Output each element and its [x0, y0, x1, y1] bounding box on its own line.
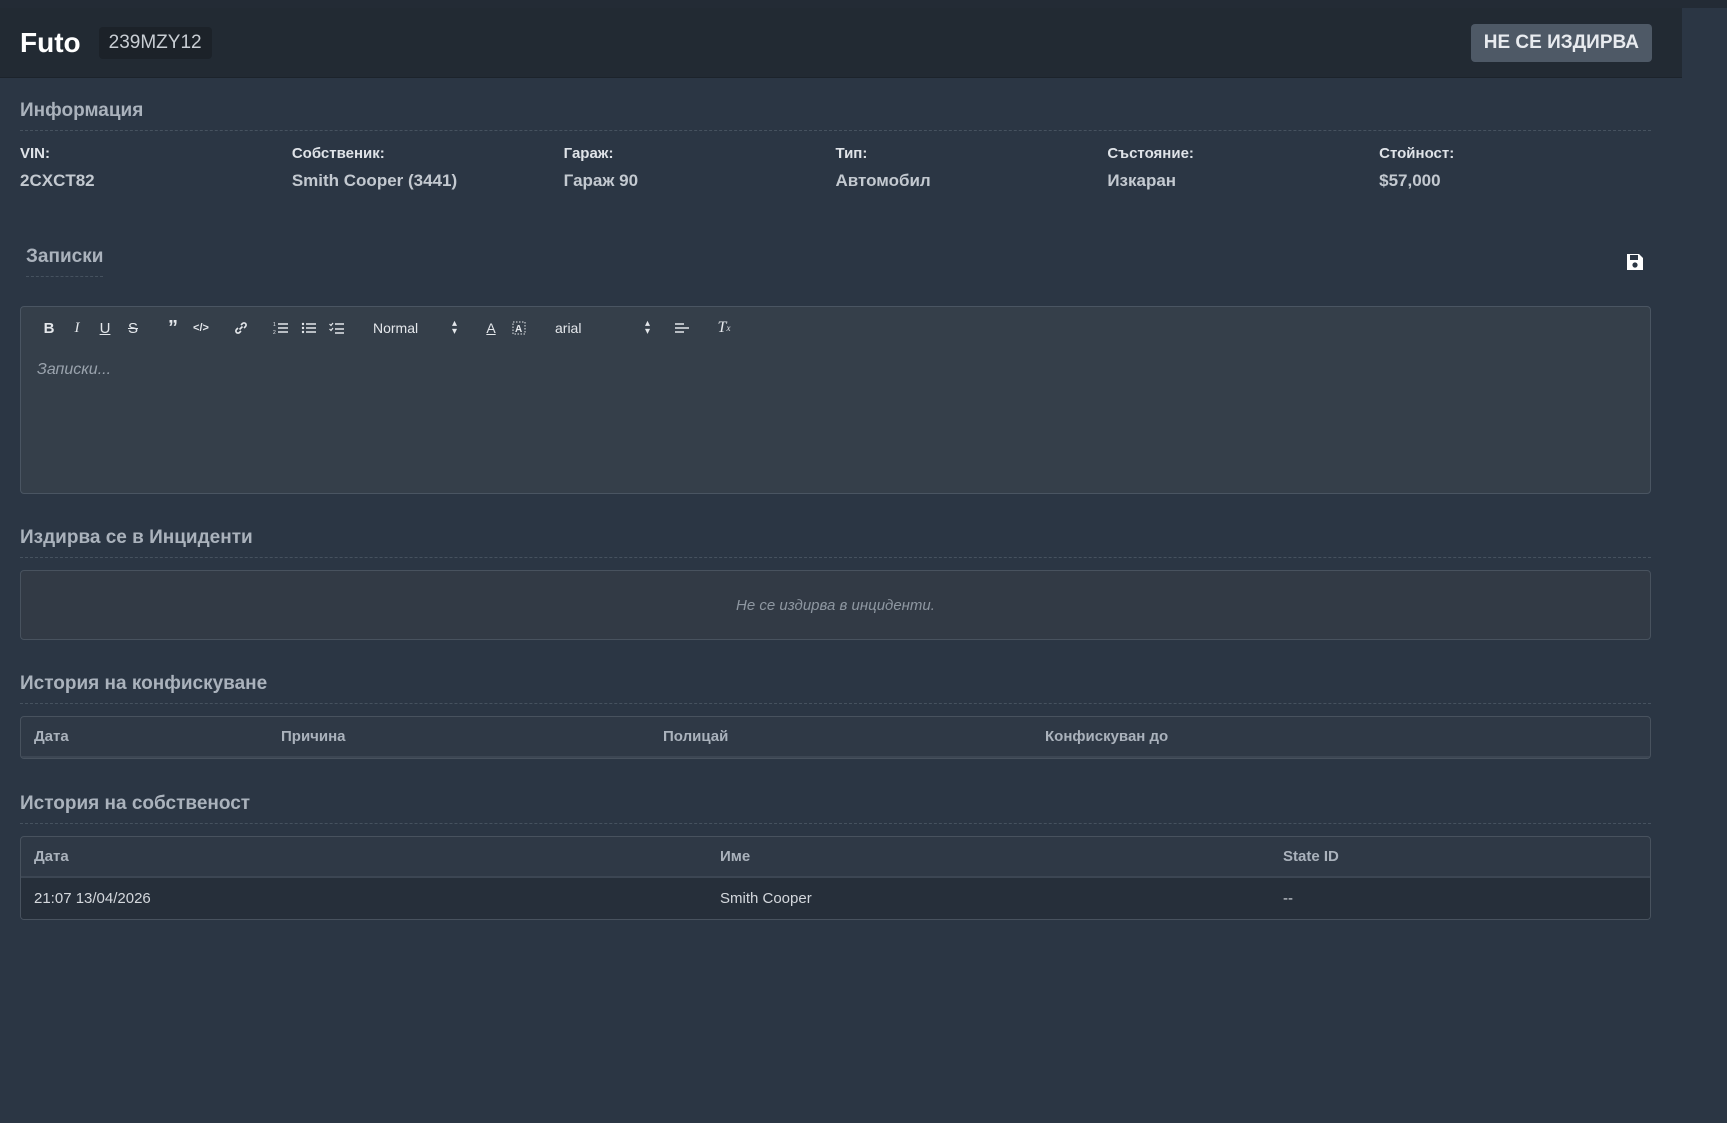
link-button[interactable]: [227, 316, 255, 340]
column-header: State ID: [1283, 848, 1339, 865]
align-left-icon: [675, 323, 689, 333]
info-label: Гараж:: [563, 145, 614, 162]
info-price: Стойност: $57,000: [1379, 145, 1651, 191]
info-value: Гараж 90: [563, 171, 639, 190]
column-header: Конфискуван до: [1045, 728, 1169, 745]
notes-placeholder: Записки...: [37, 361, 112, 378]
code-block-button[interactable]: </>: [187, 316, 215, 340]
bullet-list-icon: [301, 322, 316, 334]
info-state: Състояние: Изкаран: [1107, 145, 1379, 191]
info-section-title: Информация: [20, 100, 1651, 131]
italic-button[interactable]: I: [63, 316, 91, 340]
ordered-list-button[interactable]: 12: [267, 316, 295, 340]
info-vin: VIN: 2CXCT82: [20, 145, 292, 191]
table-cell: Smith Cooper: [720, 890, 812, 907]
table-header-row: Дата Причина Полицай Конфискуван до: [21, 717, 1650, 758]
underline-button[interactable]: U: [91, 316, 119, 340]
incidents-empty-state: Не се издирва в инциденти.: [20, 570, 1651, 640]
svg-text:1: 1: [273, 322, 276, 328]
notes-text-area[interactable]: Записки...: [21, 349, 1650, 391]
strike-button[interactable]: S: [119, 316, 147, 340]
info-garage: Гараж: Гараж 90: [564, 145, 836, 191]
ownership-section-title: История на собственост: [20, 793, 1651, 824]
info-grid: VIN: 2CXCT82 Собственик: Smith Cooper (3…: [20, 145, 1651, 191]
column-header: Дата: [34, 848, 69, 865]
table-header-row: Дата Име State ID: [21, 837, 1650, 878]
floppy-disk-icon[interactable]: [1625, 252, 1645, 272]
column-header: Дата: [34, 728, 69, 745]
top-strip: [0, 0, 1727, 8]
info-label: VIN:: [20, 145, 50, 162]
info-value: 2CXCT82: [20, 171, 95, 190]
info-label: Състояние:: [1107, 145, 1194, 162]
info-value: Smith Cooper (3441): [291, 171, 458, 190]
info-owner: Собственик: Smith Cooper (3441): [292, 145, 564, 191]
column-header: Причина: [281, 728, 346, 745]
bold-button[interactable]: B: [35, 316, 63, 340]
info-label: Собственик:: [291, 145, 385, 162]
header-select[interactable]: Normal ▴ ▾: [373, 316, 457, 340]
impound-section-title: История на конфискуване: [20, 673, 1651, 704]
header-select-value: Normal: [373, 320, 419, 336]
vehicle-model: Futo: [20, 26, 81, 58]
vehicle-header: Futo 239MZY12 НЕ СЕ ИЗДИРВА: [0, 8, 1682, 78]
incidents-section-title: Издирва се в Инциденти: [20, 527, 1651, 558]
check-list-button[interactable]: [323, 316, 351, 340]
highlight-icon: A: [512, 321, 526, 335]
font-select[interactable]: arial ▴ ▾: [555, 316, 650, 340]
column-header: Полицай: [663, 728, 729, 745]
info-label: Стойност:: [1379, 145, 1455, 162]
table-cell: 21:07 13/04/2026: [34, 890, 151, 907]
info-value: $57,000: [1379, 171, 1441, 190]
select-arrows-icon: ▴ ▾: [451, 318, 457, 337]
info-value: Автомобил: [835, 171, 931, 190]
vehicle-profile-page: Futo 239MZY12 НЕ СЕ ИЗДИРВА Информация V…: [0, 0, 1727, 1123]
svg-text:2: 2: [273, 330, 276, 335]
table-row: 21:07 13/04/2026 Smith Cooper --: [21, 878, 1650, 919]
notes-header: Записки: [20, 246, 1651, 306]
font-select-value: arial: [555, 320, 582, 336]
check-list-icon: [329, 322, 344, 334]
wanted-status-button[interactable]: НЕ СЕ ИЗДИРВА: [1470, 23, 1652, 62]
plate-badge: 239MZY12: [98, 26, 212, 59]
clear-format-button[interactable]: Tx: [710, 316, 738, 340]
table-cell: --: [1283, 890, 1293, 907]
text-color-button[interactable]: A: [477, 316, 505, 340]
notes-editor: B I U S ” </> 12 Normal ▴ ▾ A A arial ▴ …: [20, 306, 1651, 494]
content: Информация VIN: 2CXCT82 Собственик: Smit…: [20, 78, 1651, 920]
incidents-empty-text: Не се издирва в инциденти.: [736, 596, 935, 614]
info-type: Тип: Автомобил: [835, 145, 1107, 191]
impound-table: Дата Причина Полицай Конфискуван до: [20, 716, 1651, 759]
background-color-button[interactable]: A: [505, 316, 533, 340]
select-arrows-icon: ▴ ▾: [644, 318, 650, 337]
ordered-list-icon: 12: [273, 322, 288, 335]
align-button[interactable]: [668, 316, 696, 340]
column-header: Име: [720, 848, 751, 865]
ownership-table: Дата Име State ID 21:07 13/04/2026 Smith…: [20, 836, 1651, 920]
svg-text:A: A: [515, 324, 522, 335]
editor-toolbar: B I U S ” </> 12 Normal ▴ ▾ A A arial ▴ …: [21, 307, 1650, 349]
link-icon: [235, 322, 247, 334]
info-value: Изкаран: [1107, 171, 1177, 190]
bullet-list-button[interactable]: [295, 316, 323, 340]
info-label: Тип:: [835, 145, 868, 162]
blockquote-button[interactable]: ”: [159, 316, 187, 340]
notes-section-title: Записки: [26, 246, 104, 277]
